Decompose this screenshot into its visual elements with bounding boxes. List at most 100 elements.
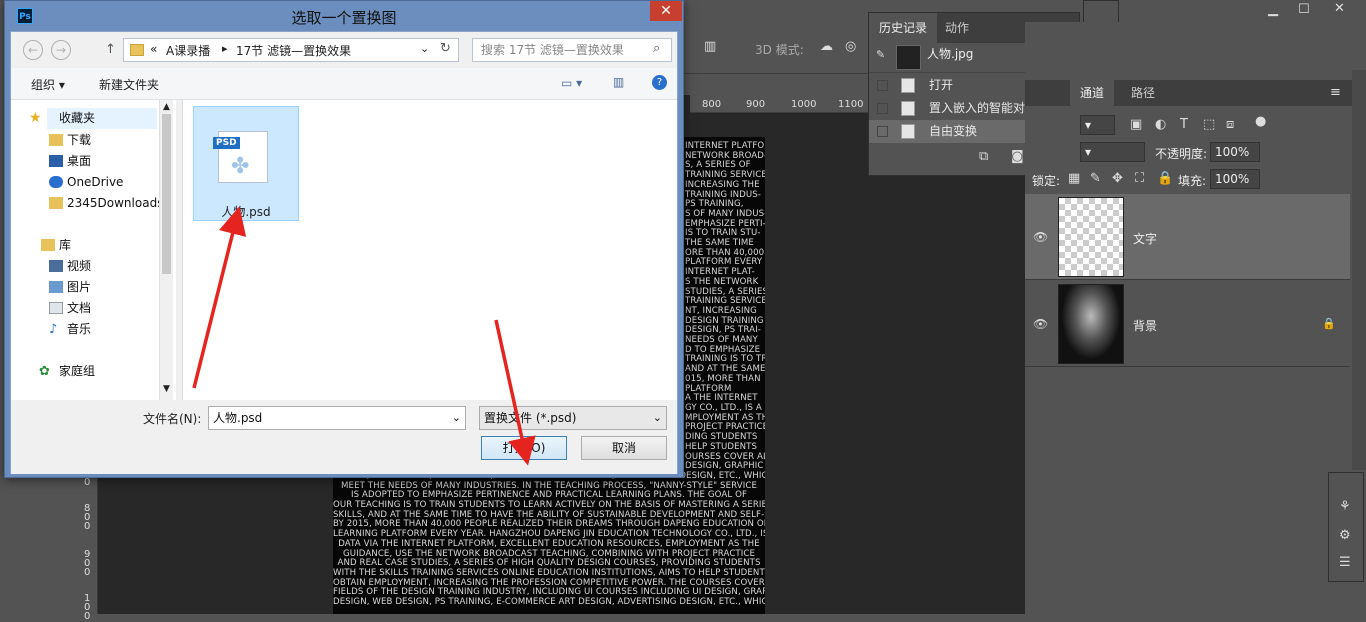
scroll-up-icon[interactable]: ▲ bbox=[163, 102, 170, 112]
tab-history[interactable]: 历史记录 bbox=[869, 13, 938, 43]
nav-libraries[interactable]: 库 bbox=[41, 235, 72, 256]
ruler-tick: 1100 bbox=[838, 99, 864, 110]
scroll-down-icon[interactable]: ▼ bbox=[163, 384, 170, 394]
lock-transparent-icon[interactable]: ▦ bbox=[1068, 171, 1080, 186]
forward-button[interactable]: → bbox=[51, 40, 71, 60]
snapshot-thumbnail bbox=[896, 45, 921, 70]
nav-downloads[interactable]: 下载 bbox=[49, 130, 92, 151]
3d-rotate-icon[interactable]: ☁ bbox=[820, 39, 833, 54]
camera-snapshot-icon[interactable]: ◙ bbox=[1011, 149, 1024, 164]
filter-adjust-icon[interactable]: ◐ bbox=[1155, 117, 1166, 132]
chevron-down-icon[interactable]: ⌄ bbox=[420, 42, 429, 55]
view-options-icon[interactable]: ▭ ▾ bbox=[561, 76, 582, 90]
tab-channels[interactable]: 通道 bbox=[1070, 80, 1115, 106]
scroll-thumb[interactable] bbox=[162, 114, 171, 274]
blend-mode-select[interactable]: ▾ bbox=[1080, 142, 1145, 162]
file-item[interactable]: PSD ✤ 人物.psd bbox=[193, 106, 299, 221]
help-icon[interactable]: ? bbox=[652, 75, 667, 90]
tab-paths[interactable]: 路径 bbox=[1121, 80, 1165, 106]
nav-videos[interactable]: 视频 bbox=[49, 256, 92, 277]
dialog-body: ← → ↑ « A课录播 ▸ 17节 滤镜—置换效果 ⌄ ↻ 搜索 17节 滤镜… bbox=[10, 31, 678, 474]
lock-all-icon[interactable]: 🔒 bbox=[1157, 171, 1173, 186]
video-icon bbox=[49, 260, 63, 272]
brush-icon[interactable]: ⚘ bbox=[1339, 499, 1351, 514]
puzzle-icon: ✤ bbox=[231, 154, 250, 179]
dialog-footer: 文件名(N): 人物.psd ⌄ 置换文件 (*.psd) ⌄ 打开(O) 取消 bbox=[11, 400, 677, 474]
align-icon[interactable]: ▥ bbox=[704, 39, 716, 54]
nav-label: 视频 bbox=[67, 259, 92, 273]
nav-desktop[interactable]: 桌面 bbox=[49, 151, 92, 172]
search-icon[interactable]: ⌕ bbox=[653, 41, 660, 56]
breadcrumb-prefix[interactable]: « bbox=[150, 42, 157, 56]
preview-pane-icon[interactable]: ▥ bbox=[613, 75, 624, 89]
history-checkbox[interactable] bbox=[877, 126, 888, 137]
brush-source-icon[interactable]: ✎ bbox=[876, 48, 885, 61]
library-icon bbox=[41, 239, 55, 251]
nav-label: 库 bbox=[59, 238, 72, 252]
organize-button[interactable]: 组织 ▾ bbox=[31, 76, 65, 93]
minimize-icon[interactable]: ▁ bbox=[1268, 2, 1278, 17]
scrollbar-right[interactable] bbox=[1352, 70, 1366, 470]
search-input[interactable]: 搜索 17节 滤镜—置换效果 bbox=[472, 38, 672, 62]
cancel-button[interactable]: 取消 bbox=[581, 436, 667, 460]
breadcrumb-item[interactable]: 17节 滤镜—置换效果 bbox=[236, 42, 351, 59]
nav-label: 桌面 bbox=[67, 154, 92, 168]
ruler-tick: 800 bbox=[84, 503, 91, 532]
lock-paint-icon[interactable]: ✎ bbox=[1090, 171, 1101, 186]
filter-type-icon[interactable]: T bbox=[1180, 117, 1188, 132]
nav-music[interactable]: ♪ 音乐 bbox=[49, 319, 91, 340]
document-icon bbox=[901, 78, 915, 93]
panel-menu-icon[interactable]: ≡ bbox=[1330, 85, 1341, 100]
properties-icon[interactable]: ☰ bbox=[1339, 555, 1351, 570]
new-document-from-state-icon[interactable]: ⧉ bbox=[979, 149, 988, 164]
opacity-field[interactable]: 100% bbox=[1210, 142, 1260, 162]
filter-smart-icon[interactable]: ⧈ bbox=[1226, 117, 1234, 132]
history-checkbox[interactable] bbox=[877, 103, 888, 114]
document-icon bbox=[49, 302, 63, 314]
nav-onedrive[interactable]: OneDrive bbox=[49, 172, 123, 193]
close-icon[interactable]: ✕ bbox=[1334, 1, 1345, 16]
refresh-icon[interactable]: ↻ bbox=[440, 41, 451, 56]
filetype-value: 置换文件 (*.psd) bbox=[484, 411, 577, 425]
chevron-down-icon[interactable]: ⌄ bbox=[653, 407, 662, 429]
nav-2345downloads[interactable]: 2345Downloads bbox=[49, 193, 164, 214]
lock-label: 锁定: bbox=[1032, 174, 1061, 188]
up-folder-icon[interactable]: ↑ bbox=[105, 42, 116, 57]
visibility-eye-icon[interactable]: 👁 bbox=[1033, 317, 1048, 331]
nav-documents[interactable]: 文档 bbox=[49, 298, 91, 319]
lock-move-icon[interactable]: ✥ bbox=[1112, 171, 1123, 186]
visibility-eye-icon[interactable]: 👁 bbox=[1033, 230, 1048, 244]
filetype-select[interactable]: 置换文件 (*.psd) ⌄ bbox=[479, 406, 667, 430]
fill-field[interactable]: 100% bbox=[1210, 169, 1260, 189]
breadcrumb-item[interactable]: A课录播 bbox=[166, 42, 210, 59]
lock-artboard-icon[interactable]: ⛶ bbox=[1135, 171, 1144, 186]
layer-row[interactable]: 👁 背景 🔒 bbox=[1025, 281, 1350, 367]
address-bar[interactable]: « A课录播 ▸ 17节 滤镜—置换效果 ⌄ ↻ bbox=[123, 38, 459, 62]
filter-shape-icon[interactable]: ⬚ bbox=[1203, 117, 1215, 132]
chevron-down-icon[interactable]: ⌄ bbox=[452, 407, 461, 429]
history-checkbox[interactable] bbox=[877, 80, 888, 91]
nav-scrollbar[interactable]: ▲ ▼ bbox=[159, 100, 173, 400]
ruler-vertical: 0 800 900 100 bbox=[80, 470, 98, 622]
nav-label: 下载 bbox=[67, 133, 92, 147]
maximize-icon[interactable]: ☐ bbox=[1298, 2, 1310, 17]
layer-row[interactable]: 👁 文字 bbox=[1025, 194, 1350, 280]
nav-pictures[interactable]: 图片 bbox=[49, 277, 91, 298]
nav-homegroup[interactable]: ✿ 家庭组 bbox=[39, 361, 95, 382]
adjustments-icon[interactable]: ⚙ bbox=[1339, 528, 1351, 543]
nav-label: 2345Downloads bbox=[67, 196, 164, 210]
tab-actions[interactable]: 动作 bbox=[935, 13, 979, 43]
layer-kind-select[interactable]: ▾ bbox=[1080, 115, 1115, 135]
open-button[interactable]: 打开(O) bbox=[481, 436, 567, 460]
picture-icon bbox=[49, 281, 63, 293]
filter-toggle-icon[interactable]: ● bbox=[1255, 114, 1266, 129]
close-button[interactable]: ✕ bbox=[650, 1, 682, 21]
layers-panel-tabs: 通道 路径 ≡ bbox=[1025, 80, 1355, 106]
ruler-tick: 100 bbox=[84, 593, 91, 622]
filename-input[interactable]: 人物.psd ⌄ bbox=[208, 406, 466, 430]
back-button[interactable]: ← bbox=[23, 40, 43, 60]
filter-image-icon[interactable]: ▣ bbox=[1130, 117, 1142, 132]
nav-favorites[interactable]: ★ 收藏夹 bbox=[29, 108, 157, 129]
new-folder-button[interactable]: 新建文件夹 bbox=[99, 76, 159, 93]
3d-roll-icon[interactable]: ◎ bbox=[845, 39, 856, 54]
